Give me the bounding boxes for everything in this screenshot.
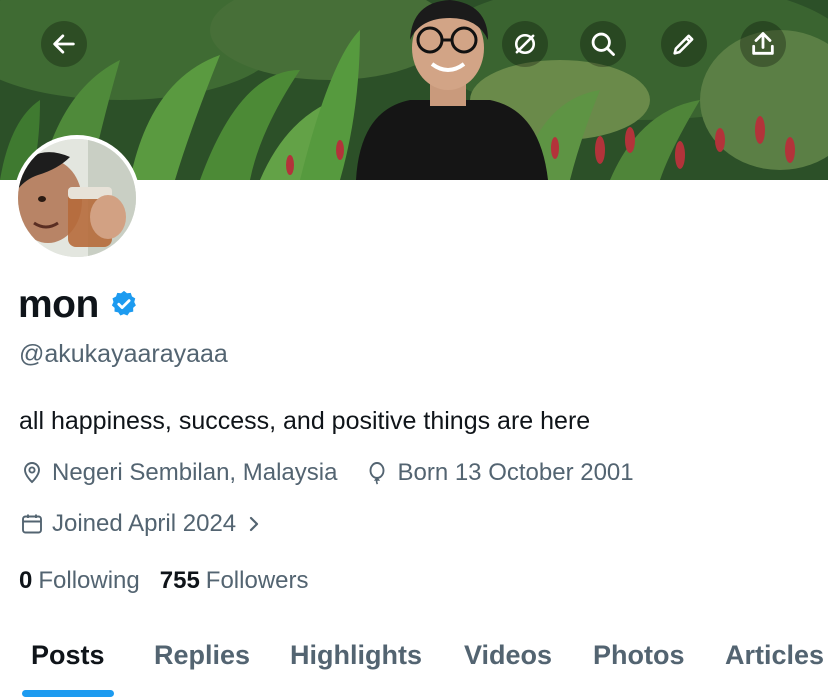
avatar-photo (18, 139, 136, 257)
calendar-icon (20, 512, 44, 536)
tab-posts[interactable]: Posts (31, 630, 105, 698)
profile-meta-row: Negeri Sembilan, Malaysia Born 13 Octobe… (20, 458, 634, 488)
followers-label: Followers (205, 567, 309, 594)
banner-photo (0, 0, 828, 180)
birthday-item: Born 13 October 2001 (365, 458, 634, 488)
edit-profile-button[interactable] (661, 21, 707, 67)
location-text: Negeri Sembilan, Malaysia (52, 459, 338, 486)
profile-tabs: Posts Replies Highlights Videos Photos A… (0, 630, 828, 698)
joined-text: Joined April 2024 (52, 510, 237, 537)
location-item: Negeri Sembilan, Malaysia (20, 458, 337, 488)
followers-link[interactable]: 755 Followers (160, 566, 309, 596)
tab-highlights[interactable]: Highlights (290, 630, 422, 698)
profile-name-row: mon (18, 282, 139, 328)
tab-articles[interactable]: Articles (725, 630, 824, 698)
active-tab-indicator (22, 690, 114, 697)
verified-badge-icon[interactable] (109, 289, 139, 324)
following-label: Following (38, 567, 140, 594)
grok-button[interactable] (502, 21, 548, 67)
profile-bio: all happiness, success, and positive thi… (19, 407, 591, 435)
tab-replies[interactable]: Replies (154, 630, 250, 698)
following-count: 0 (19, 567, 33, 594)
location-pin-icon (20, 461, 44, 485)
edit-pencil-icon (670, 30, 698, 58)
joined-row[interactable]: Joined April 2024 (20, 509, 262, 539)
tab-videos[interactable]: Videos (464, 630, 552, 698)
profile-handle: @akukayaarayaaa (19, 340, 228, 368)
avatar[interactable] (14, 135, 140, 261)
share-button[interactable] (740, 21, 786, 67)
back-arrow-icon (50, 30, 78, 58)
display-name: mon (18, 283, 99, 326)
back-button[interactable] (41, 21, 87, 67)
profile-banner[interactable] (0, 0, 828, 180)
tab-photos[interactable]: Photos (593, 630, 685, 698)
search-icon (589, 30, 617, 58)
chevron-right-icon (246, 514, 262, 534)
share-upload-icon (749, 30, 777, 58)
followers-count: 755 (159, 567, 200, 594)
grok-icon (511, 30, 539, 58)
follow-stats: 0 Following 755 Followers (19, 566, 309, 596)
search-button[interactable] (580, 21, 626, 67)
following-link[interactable]: 0 Following (19, 566, 140, 596)
birthday-text: Born 13 October 2001 (397, 459, 634, 486)
balloon-icon (365, 461, 389, 485)
